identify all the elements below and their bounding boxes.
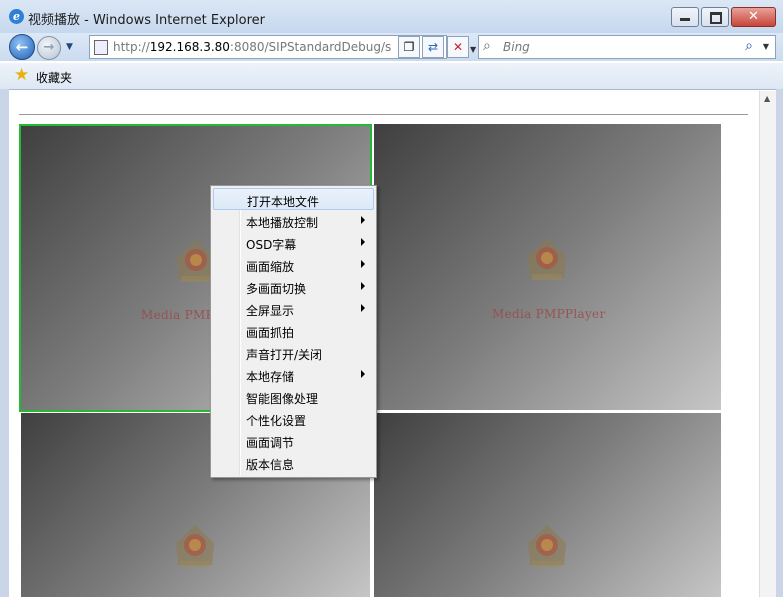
police-emblem-icon [528, 238, 566, 280]
police-emblem-icon [176, 525, 214, 567]
window-controls: ✕ [669, 7, 776, 27]
menu-item-label: 声音打开/关闭 [246, 348, 323, 362]
maximize-icon [710, 12, 722, 24]
url-protocol: http:// [113, 40, 150, 54]
menu-item-label: 个性化设置 [246, 414, 307, 428]
submenu-arrow-icon [361, 260, 365, 268]
page-icon [94, 40, 108, 55]
close-button[interactable]: ✕ [731, 7, 776, 27]
video-pane-4[interactable] [374, 413, 721, 597]
menu-item-label: 全屏显示 [246, 304, 295, 318]
search-box[interactable]: ⌕ Bing ⌕ ▼ [478, 35, 776, 59]
window-frame-left [0, 89, 9, 597]
forward-arrow-icon: → [43, 40, 55, 55]
submenu-arrow-icon [361, 238, 365, 246]
menu-item-label: OSD字幕 [246, 238, 297, 252]
search-provider-icon: ⌕ [483, 38, 491, 54]
star-icon[interactable]: ★ [14, 66, 29, 84]
pane-watermark: Media PMPPlayer [492, 307, 606, 321]
menu-item-multi-view-switch[interactable]: 多画面切换 [213, 276, 374, 298]
menu-item-fullscreen[interactable]: 全屏显示 [213, 298, 374, 320]
compatibility-view-button[interactable]: ❐ [398, 36, 420, 58]
menu-item-picture-adjust[interactable]: 画面调节 [213, 430, 374, 452]
menu-item-personalization[interactable]: 个性化设置 [213, 408, 374, 430]
recent-pages-dropdown[interactable]: ▼ [66, 42, 73, 52]
menu-item-open-local-file[interactable]: 打开本地文件 [213, 188, 374, 210]
menu-item-label: 本地存储 [246, 370, 295, 384]
address-bar[interactable]: http://192.168.3.80:8080/SIPStandardDebu… [89, 35, 476, 59]
forward-button[interactable]: → [37, 36, 61, 60]
window-frame-right [776, 89, 783, 597]
url-tail: s [385, 40, 392, 54]
menu-item-zoom[interactable]: 画面缩放 [213, 254, 374, 276]
refresh-button[interactable]: ⇄ [422, 36, 444, 58]
address-url[interactable]: http://192.168.3.80:8080/SIPStandardDebu… [113, 40, 391, 54]
minimize-button[interactable] [671, 7, 699, 27]
menu-item-snapshot[interactable]: 画面抓拍 [213, 320, 374, 342]
vertical-scrollbar[interactable]: ▲ [759, 91, 777, 597]
stop-button[interactable]: ✕ [447, 36, 469, 58]
favorites-button[interactable]: 收藏夹 [36, 69, 72, 86]
menu-item-local-playback-control[interactable]: 本地播放控制 [213, 210, 374, 232]
menu-item-version-info[interactable]: 版本信息 [213, 452, 374, 474]
menu-item-smart-image-processing[interactable]: 智能图像处理 [213, 386, 374, 408]
police-emblem-icon [528, 525, 566, 567]
menu-item-label: 画面抓拍 [246, 326, 295, 340]
url-path: :8080/SIPStandardDebug/ [229, 40, 386, 54]
context-menu: 打开本地文件 本地播放控制 OSD字幕 画面缩放 多画面切换 全屏显示 画面抓拍… [210, 185, 377, 478]
menu-item-label: 智能图像处理 [246, 392, 319, 406]
refresh-icon: ⇄ [427, 40, 439, 54]
address-dropdown[interactable]: ▼ [470, 45, 476, 54]
submenu-arrow-icon [361, 216, 365, 224]
compatibility-view-icon: ❐ [403, 40, 415, 54]
navigation-bar: ← → ▼ http://192.168.3.80:8080/SIPStanda… [0, 33, 783, 61]
maximize-button[interactable] [701, 7, 729, 27]
menu-item-label: 打开本地文件 [247, 195, 320, 209]
search-icon[interactable]: ⌕ [745, 38, 753, 54]
menu-item-sound-toggle[interactable]: 声音打开/关闭 [213, 342, 374, 364]
scroll-up-arrow-icon[interactable]: ▲ [764, 94, 770, 103]
back-button[interactable]: ← [9, 34, 35, 60]
menu-item-label: 多画面切换 [246, 282, 307, 296]
menu-item-label: 画面缩放 [246, 260, 295, 274]
back-arrow-icon: ← [15, 38, 29, 56]
title-bar: e 视频播放 - Windows Internet Explorer ✕ [0, 0, 783, 34]
ie-logo-icon: e [9, 9, 24, 24]
stop-icon: ✕ [452, 40, 464, 54]
submenu-arrow-icon [361, 370, 365, 378]
divider [19, 114, 748, 115]
submenu-arrow-icon [361, 282, 365, 290]
search-options-dropdown[interactable]: ▼ [763, 42, 769, 51]
submenu-arrow-icon [361, 304, 365, 312]
menu-item-label: 版本信息 [246, 458, 295, 472]
favorites-bar: ★ 收藏夹 [0, 63, 783, 90]
menu-item-label: 画面调节 [246, 436, 295, 450]
menu-item-local-storage[interactable]: 本地存储 [213, 364, 374, 386]
url-host: 192.168.3.80 [149, 40, 230, 54]
window-title: 视频播放 - Windows Internet Explorer [28, 13, 265, 28]
minimize-icon [680, 18, 690, 21]
menu-item-osd-caption[interactable]: OSD字幕 [213, 232, 374, 254]
search-input[interactable]: Bing [503, 40, 530, 54]
menu-item-label: 本地播放控制 [246, 216, 319, 230]
close-icon: ✕ [748, 9, 759, 24]
video-pane-2[interactable]: Media PMPPlayer [374, 124, 721, 410]
